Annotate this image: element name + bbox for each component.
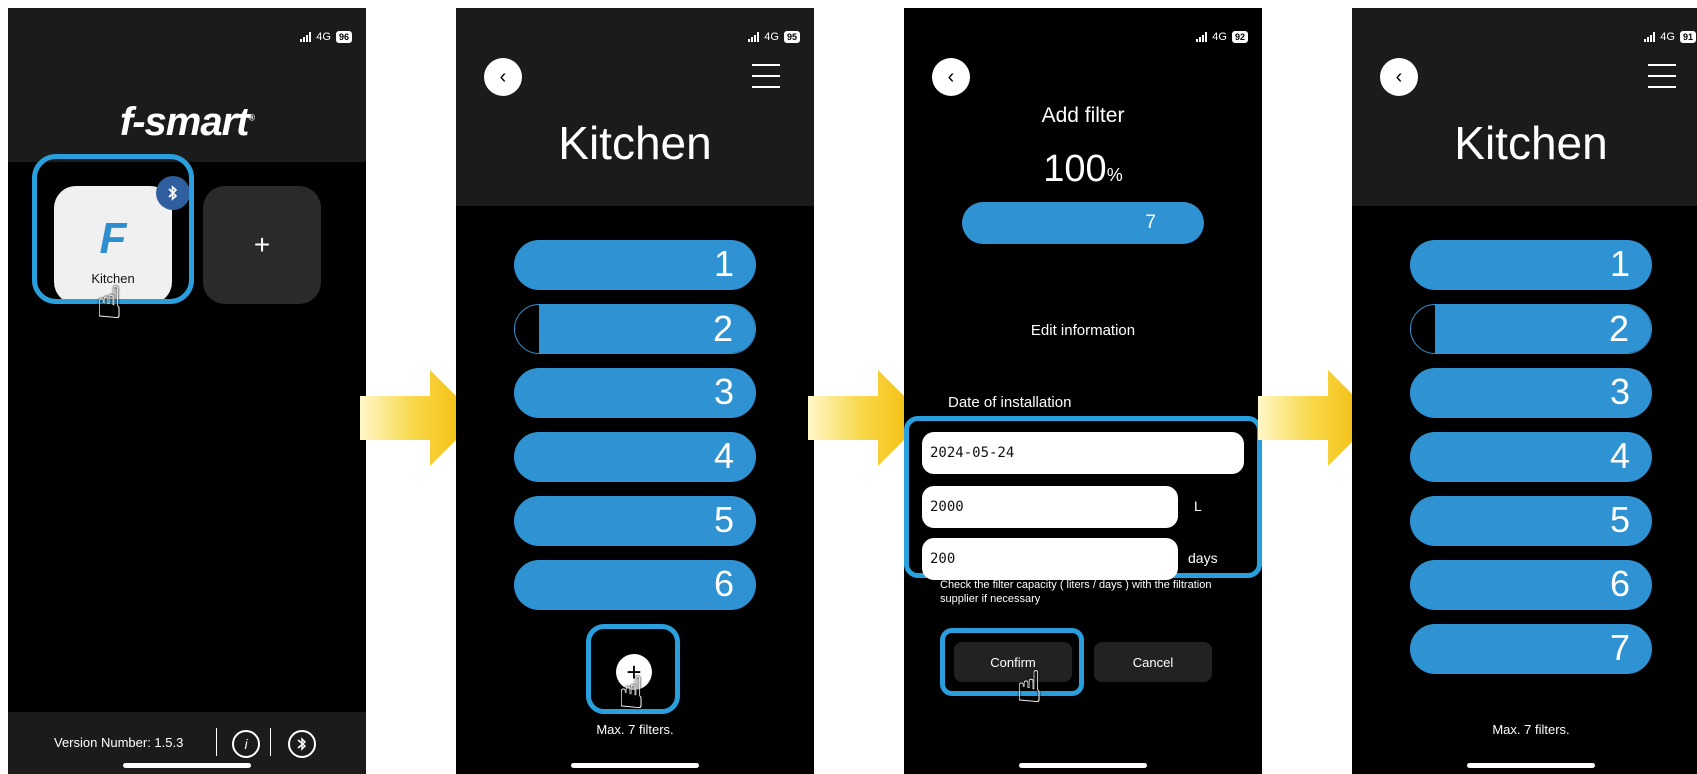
phone-screen-add-filter: 4G 92 ‹ Add filter 100% 7 Edit informati… (904, 8, 1262, 774)
filter-item-4[interactable]: 4 (514, 432, 756, 482)
max-filters-text: Max. 7 filters. (596, 722, 674, 737)
logo-text: f-smart (119, 100, 250, 144)
filter-item-3[interactable]: 3 (514, 368, 756, 418)
status-bar: 4G 91 (1644, 30, 1696, 44)
filter-number: 7 (1609, 627, 1630, 668)
filter-number: 5 (713, 499, 734, 540)
filter-item-5[interactable]: 5 (1410, 496, 1652, 546)
add-device-button[interactable]: + (203, 186, 321, 304)
back-button[interactable]: ‹ (484, 58, 522, 96)
home-indicator (1019, 763, 1147, 768)
signal-icon (748, 32, 760, 42)
version-number: Version Number: 1.5.3 (54, 735, 184, 750)
app-logo: f-smart® (8, 100, 366, 145)
days-field[interactable] (922, 538, 1178, 580)
network-label: 4G (764, 31, 779, 43)
back-button[interactable]: ‹ (932, 58, 970, 96)
filter-item-1[interactable]: 1 (1410, 240, 1652, 290)
bluetooth-settings-icon[interactable] (288, 730, 316, 758)
back-icon: ‹ (499, 65, 507, 88)
cancel-button[interactable]: Cancel (1094, 642, 1212, 682)
page-title: Kitchen (558, 117, 712, 169)
network-label: 4G (316, 31, 331, 43)
home-indicator (571, 763, 699, 768)
installation-date-field[interactable] (922, 432, 1244, 474)
filter-number: 6 (1609, 563, 1630, 604)
filter-item-6[interactable]: 6 (1410, 560, 1652, 610)
max-filters-text: Max. 7 filters. (1492, 722, 1570, 737)
filter-bar: 7 (962, 202, 1204, 244)
network-label: 4G (1212, 31, 1227, 43)
footer-divider (216, 728, 217, 756)
filter-number: 4 (713, 435, 734, 476)
filter-number: 4 (1609, 435, 1630, 476)
capacity-hint: Check the filter capacity ( liters / day… (940, 579, 1212, 605)
page-title: Kitchen (1454, 117, 1608, 169)
filter-number: 2 (1608, 308, 1629, 349)
filter-item-1[interactable]: 1 (514, 240, 756, 290)
tap-highlight (940, 628, 1084, 696)
signal-icon (1644, 32, 1656, 42)
percent-unit: % (1106, 165, 1123, 185)
phone-screen-kitchen-updated: 4G 91 ‹ Kitchen 1 2 3 4 5 6 7 Max. 7 fil… (1352, 8, 1697, 774)
days-unit: days (1188, 550, 1218, 566)
home-indicator (1467, 763, 1595, 768)
filter-number: 3 (1609, 371, 1630, 412)
logo-mark: ® (248, 112, 255, 123)
battery-badge: 95 (783, 31, 800, 43)
filter-percent: 100% (904, 148, 1262, 191)
filter-item-7[interactable]: 7 (1410, 624, 1652, 674)
hand-pointer-icon: ☝ (96, 279, 123, 328)
filter-item-4[interactable]: 4 (1410, 432, 1652, 482)
date-of-installation-label: Date of installation (948, 394, 1072, 411)
menu-icon[interactable] (752, 64, 780, 88)
phone-screen-home: 4G 96 f-smart® F Kitchen + ☝ Version Num… (8, 8, 366, 774)
signal-icon (300, 32, 312, 42)
filter-number: 1 (1609, 243, 1630, 284)
back-button[interactable]: ‹ (1380, 58, 1418, 96)
filter-number: 3 (713, 371, 734, 412)
filter-item-6[interactable]: 6 (514, 560, 756, 610)
status-bar: 4G 92 (1196, 30, 1248, 44)
hand-pointer-icon: ☝ (618, 669, 645, 718)
battery-badge: 92 (1231, 31, 1248, 43)
back-icon: ‹ (1395, 65, 1403, 88)
signal-icon (1196, 32, 1208, 42)
filter-number: 1 (713, 243, 734, 284)
battery-badge: 96 (335, 31, 352, 43)
status-bar: 4G 95 (748, 30, 800, 44)
plus-icon: + (253, 229, 271, 260)
back-icon: ‹ (947, 65, 955, 88)
footer-divider (270, 728, 271, 756)
filter-item-5[interactable]: 5 (514, 496, 756, 546)
filter-item-2[interactable]: 2 (1410, 304, 1652, 354)
status-bar: 4G 96 (300, 30, 352, 44)
filter-number: 6 (713, 563, 734, 604)
filter-number: 2 (712, 308, 733, 349)
filter-number: 5 (1609, 499, 1630, 540)
hand-pointer-icon: ☝ (1016, 663, 1043, 712)
filter-item-2[interactable]: 2 (514, 304, 756, 354)
network-label: 4G (1660, 31, 1675, 43)
filter-item-3[interactable]: 3 (1410, 368, 1652, 418)
edit-information-label: Edit information (1030, 322, 1136, 339)
liters-field[interactable] (922, 486, 1178, 528)
liters-unit: L (1194, 498, 1202, 514)
filter-number: 7 (1145, 212, 1156, 233)
home-indicator (123, 763, 251, 768)
battery-badge: 91 (1679, 31, 1696, 43)
info-icon[interactable]: i (232, 730, 260, 758)
percent-value: 100 (1043, 148, 1107, 190)
phone-screen-kitchen: 4G 95 ‹ Kitchen 1 2 3 4 5 6 + Max. 7 fil… (456, 8, 814, 774)
page-title: Add filter (1041, 104, 1125, 127)
menu-icon[interactable] (1648, 64, 1676, 88)
